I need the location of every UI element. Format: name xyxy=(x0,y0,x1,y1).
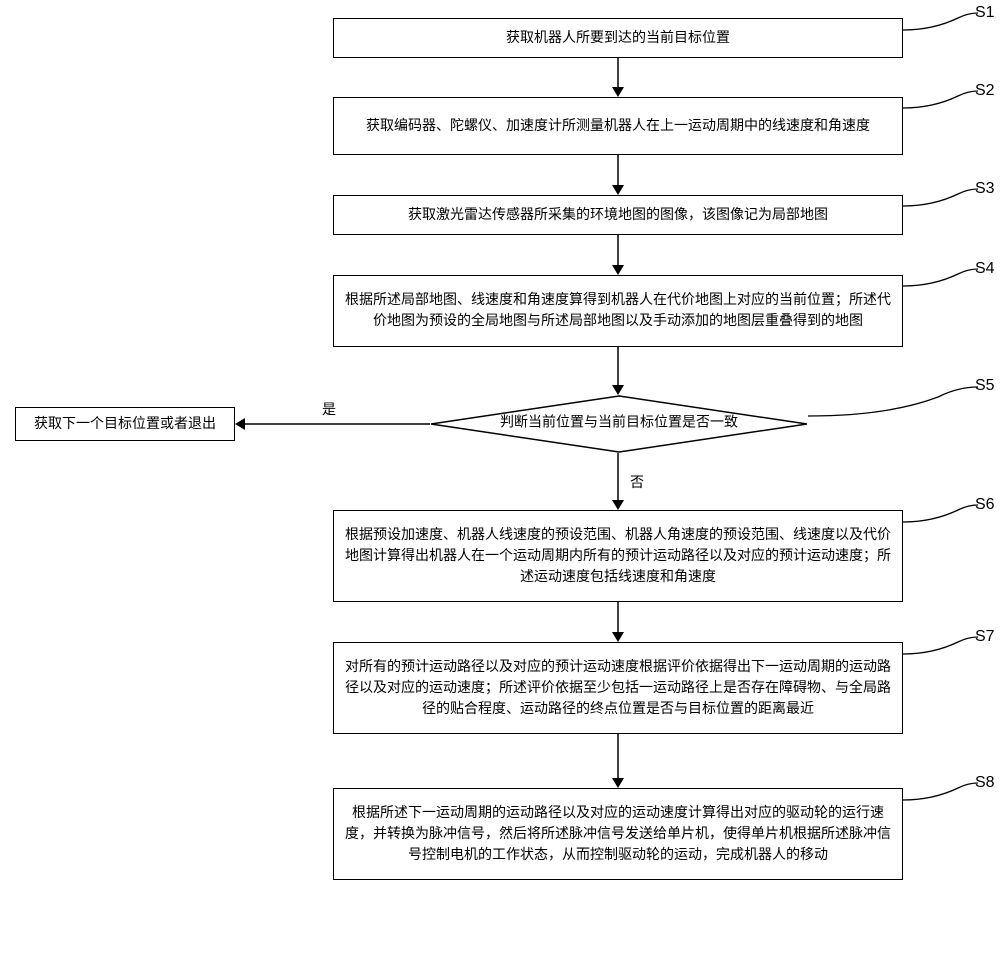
leader-s8 xyxy=(903,782,978,802)
step-exit-text: 获取下一个目标位置或者退出 xyxy=(34,414,216,435)
arrow-s6-s7 xyxy=(609,602,627,642)
step-s7-text: 对所有的预计运动路径以及对应的预计运动速度根据评价依据得出下一运动周期的运动路径… xyxy=(344,657,892,720)
step-s4: 根据所述局部地图、线速度和角速度算得到机器人在代价地图上对应的当前位置；所述代价… xyxy=(333,275,903,347)
step-s2: 获取编码器、陀螺仪、加速度计所测量机器人在上一运动周期中的线速度和角速度 xyxy=(333,97,903,155)
step-s1-text: 获取机器人所要到达的当前目标位置 xyxy=(506,28,730,49)
arrow-s3-s4 xyxy=(609,235,627,275)
edge-label-no: 否 xyxy=(630,472,644,492)
leader-s6 xyxy=(903,504,978,524)
step-s3: 获取激光雷达传感器所采集的环境地图的图像，该图像记为局部地图 xyxy=(333,195,903,235)
leader-s2 xyxy=(903,90,978,110)
decision-s5: 判断当前位置与当前目标位置是否一致 xyxy=(430,395,808,453)
arrow-s7-s8 xyxy=(609,734,627,788)
step-exit: 获取下一个目标位置或者退出 xyxy=(15,407,235,441)
edge-label-yes: 是 xyxy=(322,399,336,419)
decision-s5-text: 判断当前位置与当前目标位置是否一致 xyxy=(430,416,808,433)
step-s7: 对所有的预计运动路径以及对应的预计运动速度根据评价依据得出下一运动周期的运动路径… xyxy=(333,642,903,734)
step-s6: 根据预设加速度、机器人线速度的预设范围、机器人角速度的预设范围、线速度以及代价地… xyxy=(333,510,903,602)
arrow-s4-s5 xyxy=(609,347,627,395)
arrow-s1-s2 xyxy=(609,58,627,97)
step-s4-text: 根据所述局部地图、线速度和角速度算得到机器人在代价地图上对应的当前位置；所述代价… xyxy=(344,290,892,332)
leader-s7 xyxy=(903,636,978,656)
leader-s1 xyxy=(903,12,978,32)
arrow-s5-s6 xyxy=(609,453,627,510)
leader-s4 xyxy=(903,268,978,288)
step-s8: 根据所述下一运动周期的运动路径以及对应的运动速度计算得出对应的驱动轮的运行速度，… xyxy=(333,788,903,880)
step-s8-text: 根据所述下一运动周期的运动路径以及对应的运动速度计算得出对应的驱动轮的运行速度，… xyxy=(344,803,892,866)
step-s1: 获取机器人所要到达的当前目标位置 xyxy=(333,18,903,58)
arrow-s2-s3 xyxy=(609,155,627,195)
leader-s5 xyxy=(808,385,978,418)
leader-s3 xyxy=(903,188,978,208)
step-s6-text: 根据预设加速度、机器人线速度的预设范围、机器人角速度的预设范围、线速度以及代价地… xyxy=(344,525,892,588)
step-s3-text: 获取激光雷达传感器所采集的环境地图的图像，该图像记为局部地图 xyxy=(408,205,828,226)
step-s2-text: 获取编码器、陀螺仪、加速度计所测量机器人在上一运动周期中的线速度和角速度 xyxy=(366,116,870,137)
